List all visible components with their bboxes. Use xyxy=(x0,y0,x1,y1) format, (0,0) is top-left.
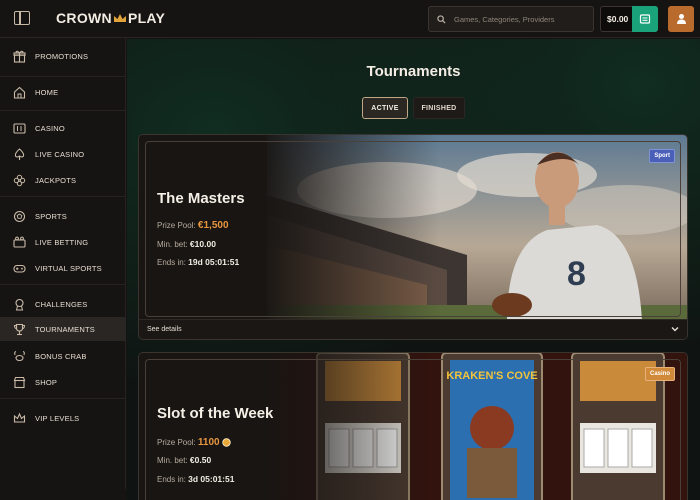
main-content: Tournaments ACTIVE FINISHED 8 Sport The … xyxy=(127,39,700,500)
sidebar-divider xyxy=(0,76,126,77)
home-icon xyxy=(12,85,26,99)
crown-logo-icon xyxy=(113,13,126,22)
tab-active[interactable]: ACTIVE xyxy=(362,97,408,119)
prize-value: €1,500 xyxy=(197,220,229,231)
crab-icon xyxy=(12,349,26,363)
sidebar-item-label: PROMOTIONS xyxy=(35,51,89,61)
medal-icon xyxy=(12,297,26,311)
sidebar-item-label: VIP LEVELS xyxy=(35,413,80,423)
live-betting-icon xyxy=(12,235,26,249)
ends-in: Ends in: 19d 05:01:51 xyxy=(157,257,239,267)
profile-button[interactable] xyxy=(668,6,694,32)
trophy-icon xyxy=(12,322,26,336)
sidebar-item-sports[interactable]: SPORTS xyxy=(0,204,126,228)
sidebar-item-live-betting[interactable]: LIVE BETTING xyxy=(0,230,126,254)
min-bet-label: Min. bet: xyxy=(157,240,188,249)
category-badge: Casino xyxy=(644,367,675,381)
sidebar-item-bonus-crab[interactable]: BONUS CRAB xyxy=(0,344,126,368)
app-root: CROWN PLAY $0.00 PROMOTIONS HOME xyxy=(0,0,700,500)
sidebar-item-vip-levels[interactable]: VIP LEVELS xyxy=(0,406,126,430)
tournament-card[interactable]: KRAKEN'S COVE Casino Slot of the Week Pr… xyxy=(138,352,688,500)
ends-value: 3d 05:01:51 xyxy=(188,474,235,484)
sidebar-item-casino[interactable]: CASINO xyxy=(0,116,126,140)
tournament-card[interactable]: 8 Sport The Masters Prize Pool: €1,500 M… xyxy=(138,134,688,340)
search-icon xyxy=(437,14,446,24)
sidebar-divider xyxy=(0,110,126,111)
sidebar-footer xyxy=(0,489,126,500)
prize-label: Prize Pool: xyxy=(157,438,196,447)
sidebar-item-live-casino[interactable]: LIVE CASINO xyxy=(0,142,126,166)
ends-label: Ends in: xyxy=(157,475,186,484)
wallet-icon xyxy=(639,14,651,24)
sidebar: PROMOTIONS HOME CASINO LIVE CASINO JACKP… xyxy=(0,38,126,500)
deposit-button[interactable] xyxy=(632,6,658,32)
brand-name-right: PLAY xyxy=(127,10,166,26)
search-input[interactable] xyxy=(454,14,584,24)
shop-icon xyxy=(12,375,26,389)
sidebar-item-label: HOME xyxy=(35,87,59,97)
gift-icon xyxy=(12,49,26,63)
see-details-label: See details xyxy=(147,326,182,333)
sidebar-item-shop[interactable]: SHOP xyxy=(0,370,126,394)
sidebar-item-label: SHOP xyxy=(35,377,58,387)
sidebar-item-tournaments[interactable]: TOURNAMENTS xyxy=(0,317,126,341)
tab-finished[interactable]: FINISHED xyxy=(413,97,465,119)
prize-label: Prize Pool: xyxy=(157,221,196,230)
sidebar-item-label: VIRTUAL SPORTS xyxy=(35,263,102,273)
svg-text:8: 8 xyxy=(567,255,586,293)
sidebar-divider xyxy=(0,398,126,399)
gamepad-icon xyxy=(12,261,26,275)
sidebar-item-challenges[interactable]: CHALLENGES xyxy=(0,292,126,316)
sidebar-item-label: JACKPOTS xyxy=(35,175,77,185)
tournament-title: The Masters xyxy=(157,190,245,207)
ball-icon xyxy=(12,209,26,223)
sidebar-item-jackpots[interactable]: JACKPOTS xyxy=(0,168,126,192)
slot-machine-center: KRAKEN'S COVE xyxy=(441,353,543,500)
sidebar-item-home[interactable]: HOME xyxy=(0,80,126,104)
brand-name-left: CROWN xyxy=(56,10,112,26)
sidebar-item-label: BONUS CRAB xyxy=(35,351,87,361)
sidebar-item-label: TOURNAMENTS xyxy=(35,324,95,334)
clover-icon xyxy=(12,173,26,187)
category-badge: Sport xyxy=(649,149,675,163)
sidebar-item-label: LIVE BETTING xyxy=(35,237,89,247)
sidebar-toggle-icon[interactable] xyxy=(14,11,30,25)
min-bet: Min. bet: €0.50 xyxy=(157,455,211,465)
see-details-button[interactable]: See details xyxy=(139,319,687,339)
top-bar: CROWN PLAY $0.00 xyxy=(0,0,700,38)
spade-icon xyxy=(12,147,26,161)
prize-pool: Prize Pool: 1100 xyxy=(157,437,231,448)
user-icon xyxy=(676,14,686,24)
sidebar-divider xyxy=(0,284,126,285)
sidebar-item-label: CASINO xyxy=(35,123,65,133)
sidebar-item-label: LIVE CASINO xyxy=(35,149,85,159)
brand-logo[interactable]: CROWN PLAY xyxy=(56,10,165,26)
min-bet-label: Min. bet: xyxy=(157,456,188,465)
ends-value: 19d 05:01:51 xyxy=(188,257,240,267)
chevron-down-icon xyxy=(671,327,679,332)
min-bet-value: €10.00 xyxy=(189,239,216,249)
sidebar-item-label: SPORTS xyxy=(35,211,67,221)
sidebar-divider xyxy=(0,196,126,197)
sidebar-item-promotions[interactable]: PROMOTIONS xyxy=(0,44,126,68)
sidebar-item-label: CHALLENGES xyxy=(35,299,88,309)
prize-value: 1100 xyxy=(197,437,220,448)
balance-amount: $0.00 xyxy=(607,14,629,24)
ends-label: Ends in: xyxy=(157,258,186,267)
sidebar-item-virtual-sports[interactable]: VIRTUAL SPORTS xyxy=(0,256,126,280)
page-title: Tournaments xyxy=(366,63,461,80)
slot-machine-icon xyxy=(12,121,26,135)
tournament-title: Slot of the Week xyxy=(157,405,274,422)
min-bet-value: €0.50 xyxy=(189,455,212,465)
slot-marquee: KRAKEN'S COVE xyxy=(446,370,537,382)
ends-in: Ends in: 3d 05:01:51 xyxy=(157,474,234,484)
min-bet: Min. bet: €10.00 xyxy=(157,239,216,249)
crown-icon xyxy=(12,411,26,425)
prize-pool: Prize Pool: €1,500 xyxy=(157,220,229,231)
search-box[interactable] xyxy=(428,6,594,32)
coin-icon xyxy=(222,438,231,448)
